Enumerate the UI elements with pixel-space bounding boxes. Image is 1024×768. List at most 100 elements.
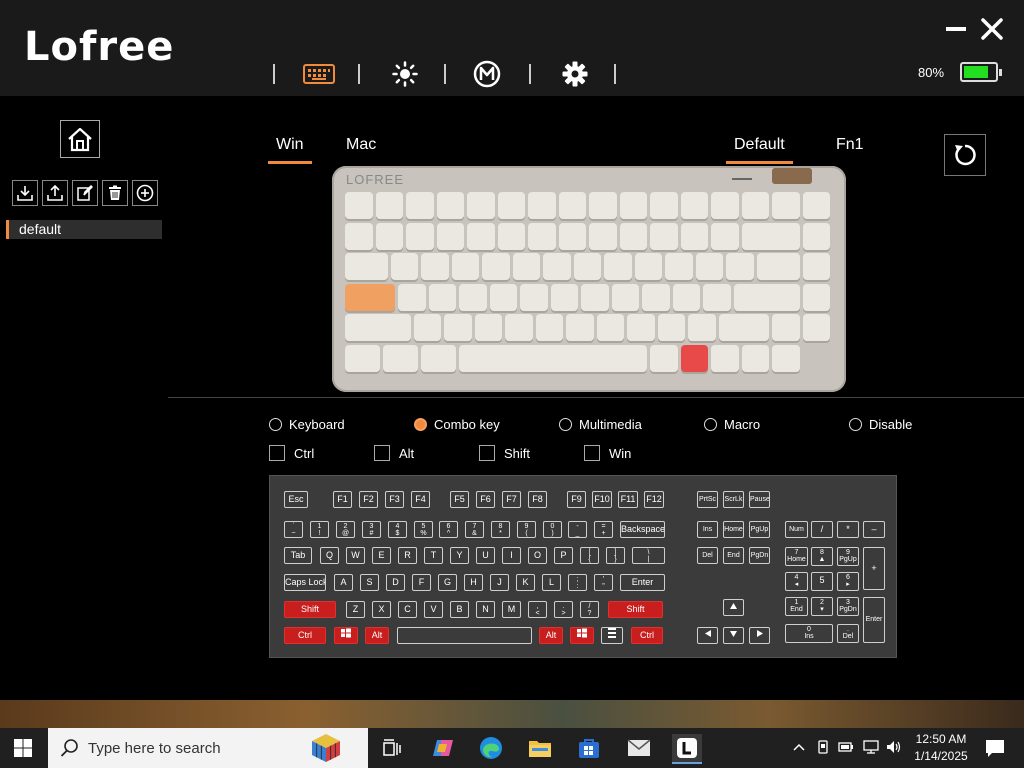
preview-key[interactable]	[802, 192, 830, 219]
vkey-arrow-up[interactable]	[723, 599, 744, 616]
preview-key[interactable]	[802, 314, 830, 341]
vkey-num-8[interactable]: 8 ▲	[811, 547, 833, 566]
preview-key[interactable]	[345, 253, 388, 280]
preview-key[interactable]	[459, 344, 647, 372]
preview-key[interactable]	[802, 283, 830, 311]
vkey-home[interactable]: Home	[723, 521, 744, 538]
preview-key[interactable]	[680, 192, 708, 219]
gear-icon[interactable]	[558, 58, 592, 90]
tab-default-layer[interactable]: Default	[726, 136, 793, 164]
preview-key[interactable]	[772, 314, 800, 341]
vkey-num-4[interactable]: 4 ◂	[785, 572, 808, 591]
vkey-left-ctrl[interactable]: Ctrl	[284, 627, 326, 644]
vkey-menu[interactable]	[601, 627, 623, 644]
vkey-num-dot[interactable]: . Del	[837, 624, 859, 643]
preview-key[interactable]	[619, 222, 647, 250]
vkey-pgdn[interactable]: PgDn	[749, 547, 770, 564]
edit-button[interactable]	[72, 180, 98, 206]
preview-key[interactable]	[695, 253, 724, 280]
preview-key[interactable]	[589, 192, 617, 219]
edge-button[interactable]	[476, 734, 506, 762]
vkey-f12[interactable]: F12	[644, 491, 664, 508]
vkey-u[interactable]: U	[476, 547, 495, 564]
preview-key[interactable]	[436, 192, 464, 219]
vkey-2[interactable]: 2 @	[336, 521, 355, 538]
vkey-rbracket[interactable]: ] }	[606, 547, 625, 564]
preview-key[interactable]	[489, 283, 518, 311]
vkey-y[interactable]: Y	[450, 547, 469, 564]
vkey-ins[interactable]: Ins	[697, 521, 718, 538]
file-explorer-button[interactable]	[525, 734, 555, 762]
reset-button[interactable]	[944, 134, 986, 176]
lofree-app-button[interactable]	[672, 734, 702, 764]
radio-combo-key[interactable]: Combo key	[414, 416, 500, 432]
vkey-arrow-down[interactable]	[723, 627, 744, 644]
tray-network-icon[interactable]	[863, 740, 879, 754]
vkey-c[interactable]: C	[398, 601, 417, 618]
vkey-f11[interactable]: F11	[618, 491, 638, 508]
preview-key[interactable]	[573, 253, 602, 280]
vkey-f1[interactable]: F1	[333, 491, 352, 508]
preview-key[interactable]	[733, 283, 800, 311]
radio-keyboard[interactable]: Keyboard	[269, 416, 345, 432]
minimize-button[interactable]	[946, 27, 966, 31]
preview-key[interactable]	[756, 253, 800, 280]
vkey-h[interactable]: H	[464, 574, 483, 591]
vkey-3[interactable]: 3 #	[362, 521, 381, 538]
vkey-num-2[interactable]: 2 ▾	[811, 597, 833, 616]
vkey-semicolon[interactable]: ; :	[568, 574, 587, 591]
vkey-d[interactable]: D	[386, 574, 405, 591]
taskbar-search-box[interactable]: Type here to search	[48, 728, 368, 768]
vkey-slash[interactable]: / ?	[580, 601, 599, 618]
microsoft-store-button[interactable]	[574, 734, 604, 762]
preview-key[interactable]	[558, 192, 586, 219]
preview-key[interactable]	[398, 283, 426, 311]
vkey-5[interactable]: 5 %	[414, 521, 433, 538]
delete-button[interactable]	[102, 180, 128, 206]
preview-key[interactable]	[672, 283, 701, 311]
checkbox-ctrl[interactable]: Ctrl	[269, 445, 314, 461]
vkey-num-5[interactable]: 5	[811, 572, 833, 591]
preview-key[interactable]	[436, 222, 464, 250]
preview-key[interactable]	[451, 253, 480, 280]
radio-macro[interactable]: Macro	[704, 416, 760, 432]
preview-key[interactable]	[550, 283, 579, 311]
vkey-k[interactable]: K	[516, 574, 535, 591]
preview-key[interactable]	[497, 192, 525, 219]
vkey-right-shift[interactable]: Shift	[608, 601, 663, 618]
preview-key[interactable]	[711, 192, 739, 219]
start-button[interactable]	[14, 739, 32, 757]
preview-key[interactable]	[680, 222, 708, 250]
vkey-num-multiply[interactable]: *	[837, 521, 859, 538]
preview-key[interactable]	[497, 222, 525, 250]
vkey-num-3[interactable]: 3 PgDn	[837, 597, 859, 616]
mail-button[interactable]	[624, 734, 654, 762]
vkey-scrlk[interactable]: ScrLk	[723, 491, 744, 508]
preview-key[interactable]	[665, 253, 693, 280]
profile-item-default[interactable]: default	[6, 220, 162, 239]
vkey-lbracket[interactable]: [ {	[580, 547, 599, 564]
vkey-4[interactable]: 4 $	[388, 521, 407, 538]
vkey-left-alt[interactable]: Alt	[365, 627, 389, 644]
vkey-num-6[interactable]: 6 ▸	[837, 572, 859, 591]
vkey-arrow-left[interactable]	[697, 627, 718, 644]
preview-key[interactable]	[741, 192, 769, 219]
vkey-pgup[interactable]: PgUp	[749, 521, 770, 538]
vkey-backspace[interactable]: Backspace	[620, 521, 665, 538]
vkey-right-ctrl[interactable]: Ctrl	[631, 627, 663, 644]
preview-key[interactable]	[642, 283, 670, 311]
tab-win[interactable]: Win	[268, 136, 312, 164]
vkey-x[interactable]: X	[372, 601, 391, 618]
vkey-arrow-right[interactable]	[749, 627, 770, 644]
preview-key[interactable]	[802, 253, 830, 280]
vkey-left-shift[interactable]: Shift	[284, 601, 336, 618]
preview-key[interactable]	[459, 283, 487, 311]
preview-key[interactable]	[520, 283, 548, 311]
vkey-1[interactable]: 1 !	[310, 521, 329, 538]
preview-key[interactable]	[345, 283, 396, 311]
preview-key[interactable]	[444, 314, 472, 341]
vkey-w[interactable]: W	[346, 547, 365, 564]
preview-key[interactable]	[650, 344, 678, 372]
vkey-b[interactable]: B	[450, 601, 469, 618]
vkey-a[interactable]: A	[334, 574, 353, 591]
